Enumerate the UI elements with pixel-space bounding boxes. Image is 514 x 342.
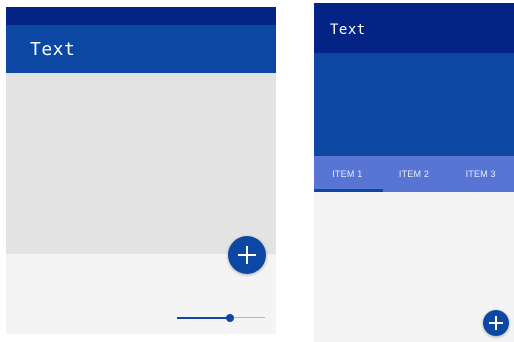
slider[interactable] — [177, 311, 265, 325]
app-bar-title: Text — [330, 22, 366, 38]
slider-track-inactive — [230, 317, 265, 318]
media-placeholder — [6, 73, 276, 254]
left-screen: Text — [6, 7, 276, 334]
app-bar: Text — [314, 3, 514, 53]
header-banner — [314, 53, 514, 156]
slider-track-active — [177, 317, 230, 319]
tab-bar: ITEM 1 ITEM 2 ITEM 3 — [314, 156, 514, 192]
status-bar — [6, 7, 276, 25]
add-fab-button[interactable] — [228, 236, 266, 274]
add-fab-button[interactable] — [483, 310, 509, 336]
tab-item-1[interactable]: ITEM 1 — [314, 156, 381, 192]
app-bar-title: Text — [30, 39, 76, 60]
slider-thumb[interactable] — [226, 314, 234, 322]
tab-item-3[interactable]: ITEM 3 — [447, 156, 514, 192]
tab-item-2[interactable]: ITEM 2 — [381, 156, 448, 192]
right-screen: Text ITEM 1 ITEM 2 ITEM 3 — [314, 3, 514, 342]
tab-indicator — [314, 189, 383, 192]
app-bar: Text — [6, 25, 276, 73]
